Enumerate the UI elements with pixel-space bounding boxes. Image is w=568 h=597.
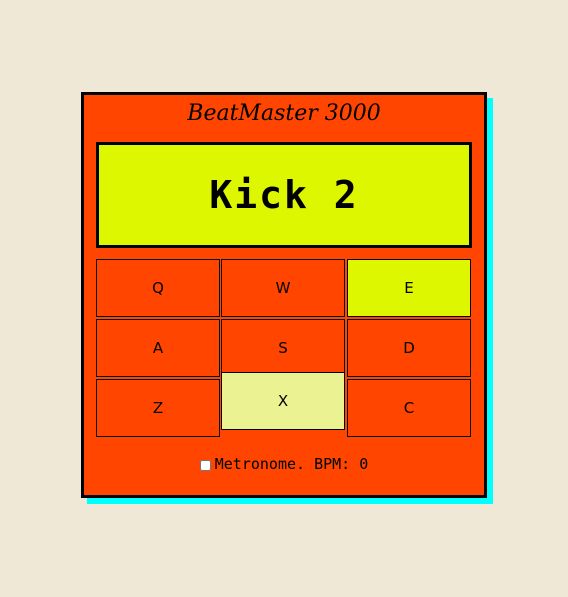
pad-c[interactable]: C [347,379,471,437]
metronome-label: Metronome. BPM: 0 [214,455,369,473]
pad-a[interactable]: A [96,319,220,377]
pad-d[interactable]: D [347,319,471,377]
metronome-control: Metronome. BPM: 0 [84,455,484,473]
sound-display-text: Kick 2 [209,173,359,217]
pad-w[interactable]: W [221,259,345,317]
pad-z[interactable]: Z [96,379,220,437]
drum-machine: BeatMaster 3000 Kick 2 Q W E A S D Z X C… [81,92,487,498]
app-title: BeatMaster 3000 [187,101,381,126]
pad-x[interactable]: X [221,372,345,430]
pad-e[interactable]: E [347,259,471,317]
sound-display: Kick 2 [96,142,472,248]
pad-s[interactable]: S [221,319,345,377]
pad-q[interactable]: Q [96,259,220,317]
metronome-checkbox[interactable] [199,460,211,471]
